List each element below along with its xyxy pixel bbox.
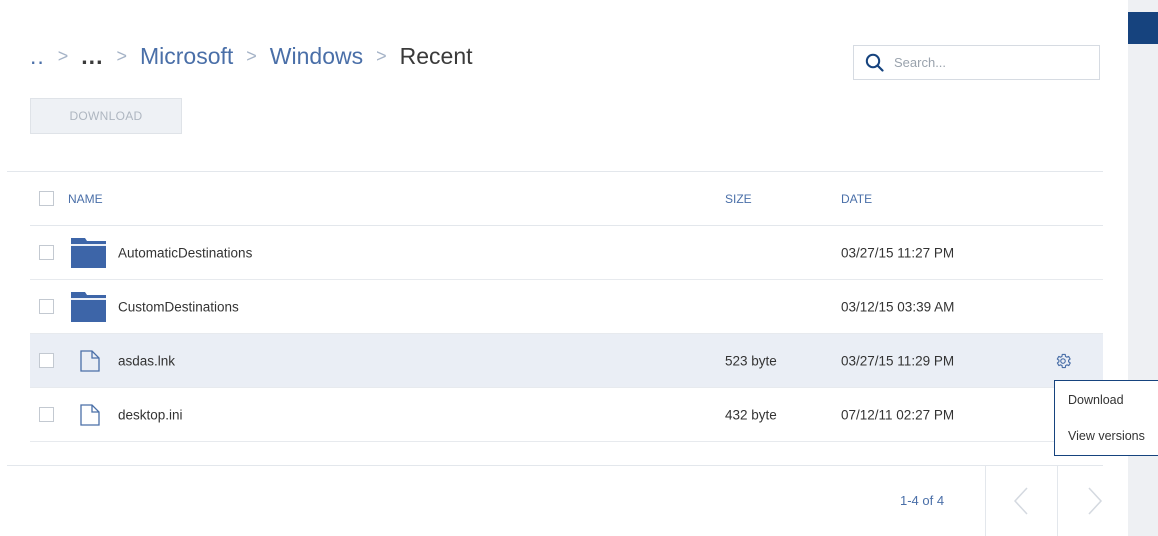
- file-date: 03/12/15 03:39 AM: [841, 299, 955, 314]
- table-row[interactable]: CustomDestinations 03/12/15 03:39 AM: [30, 280, 1103, 334]
- divider: [7, 465, 1103, 466]
- right-panel-tab[interactable]: [1128, 12, 1158, 44]
- breadcrumb-microsoft[interactable]: Microsoft: [140, 43, 233, 70]
- menu-item-view-versions[interactable]: View versions: [1068, 429, 1145, 443]
- chevron-left-icon[interactable]: [1011, 486, 1031, 516]
- context-menu: Download View versions: [1054, 380, 1158, 456]
- table-row[interactable]: asdas.lnk 523 byte 03/27/15 11:29 PM: [30, 334, 1103, 388]
- file-size: 432 byte: [725, 407, 777, 422]
- pagination-info: 1-4 of 4: [900, 493, 945, 508]
- breadcrumb-parent[interactable]: ..: [30, 43, 45, 70]
- breadcrumb-separator: >: [376, 45, 387, 66]
- file-size: 523 byte: [725, 353, 777, 368]
- breadcrumb-separator: >: [116, 45, 127, 66]
- breadcrumb-ellipsis[interactable]: ...: [81, 43, 103, 70]
- file-name[interactable]: desktop.ini: [118, 407, 183, 422]
- breadcrumb-separator: >: [57, 45, 69, 66]
- file-date: 03/27/15 11:29 PM: [841, 353, 955, 368]
- column-header-date[interactable]: DATE: [841, 192, 872, 206]
- breadcrumb: .. > ... > Microsoft > Windows > Recent: [30, 38, 473, 74]
- select-all-checkbox[interactable]: [39, 190, 54, 206]
- table-row[interactable]: desktop.ini 432 byte 07/12/11 02:27 PM: [30, 388, 1103, 442]
- search-box[interactable]: [853, 45, 1100, 80]
- file-icon: [80, 403, 100, 426]
- breadcrumb-separator: >: [246, 45, 257, 66]
- chevron-right-icon[interactable]: [1085, 486, 1105, 516]
- table-row[interactable]: AutomaticDestinations 03/27/15 11:27 PM: [30, 226, 1103, 280]
- table-header: NAME SIZE DATE: [30, 172, 1103, 226]
- file-name[interactable]: AutomaticDestinations: [118, 245, 252, 260]
- file-name[interactable]: CustomDestinations: [118, 299, 239, 314]
- file-date: 03/27/15 11:27 PM: [841, 245, 955, 260]
- divider: [1057, 466, 1058, 536]
- column-header-name[interactable]: NAME: [68, 192, 103, 206]
- column-header-size[interactable]: SIZE: [725, 192, 752, 206]
- row-checkbox[interactable]: [39, 298, 54, 314]
- download-button[interactable]: DOWNLOAD: [30, 98, 182, 134]
- gear-icon[interactable]: [1054, 352, 1072, 370]
- row-checkbox[interactable]: [39, 406, 54, 422]
- divider: [985, 466, 986, 536]
- folder-icon: [71, 237, 106, 268]
- breadcrumb-current: Recent: [399, 42, 473, 69]
- menu-item-download[interactable]: Download: [1068, 393, 1124, 407]
- search-input[interactable]: [892, 54, 1086, 71]
- breadcrumb-windows[interactable]: Windows: [270, 43, 363, 70]
- search-icon: [865, 53, 884, 72]
- row-checkbox[interactable]: [39, 352, 54, 368]
- folder-icon: [71, 291, 106, 322]
- row-checkbox[interactable]: [39, 244, 54, 260]
- file-date: 07/12/11 02:27 PM: [841, 407, 955, 422]
- file-icon: [80, 349, 100, 372]
- file-name[interactable]: asdas.lnk: [118, 353, 175, 368]
